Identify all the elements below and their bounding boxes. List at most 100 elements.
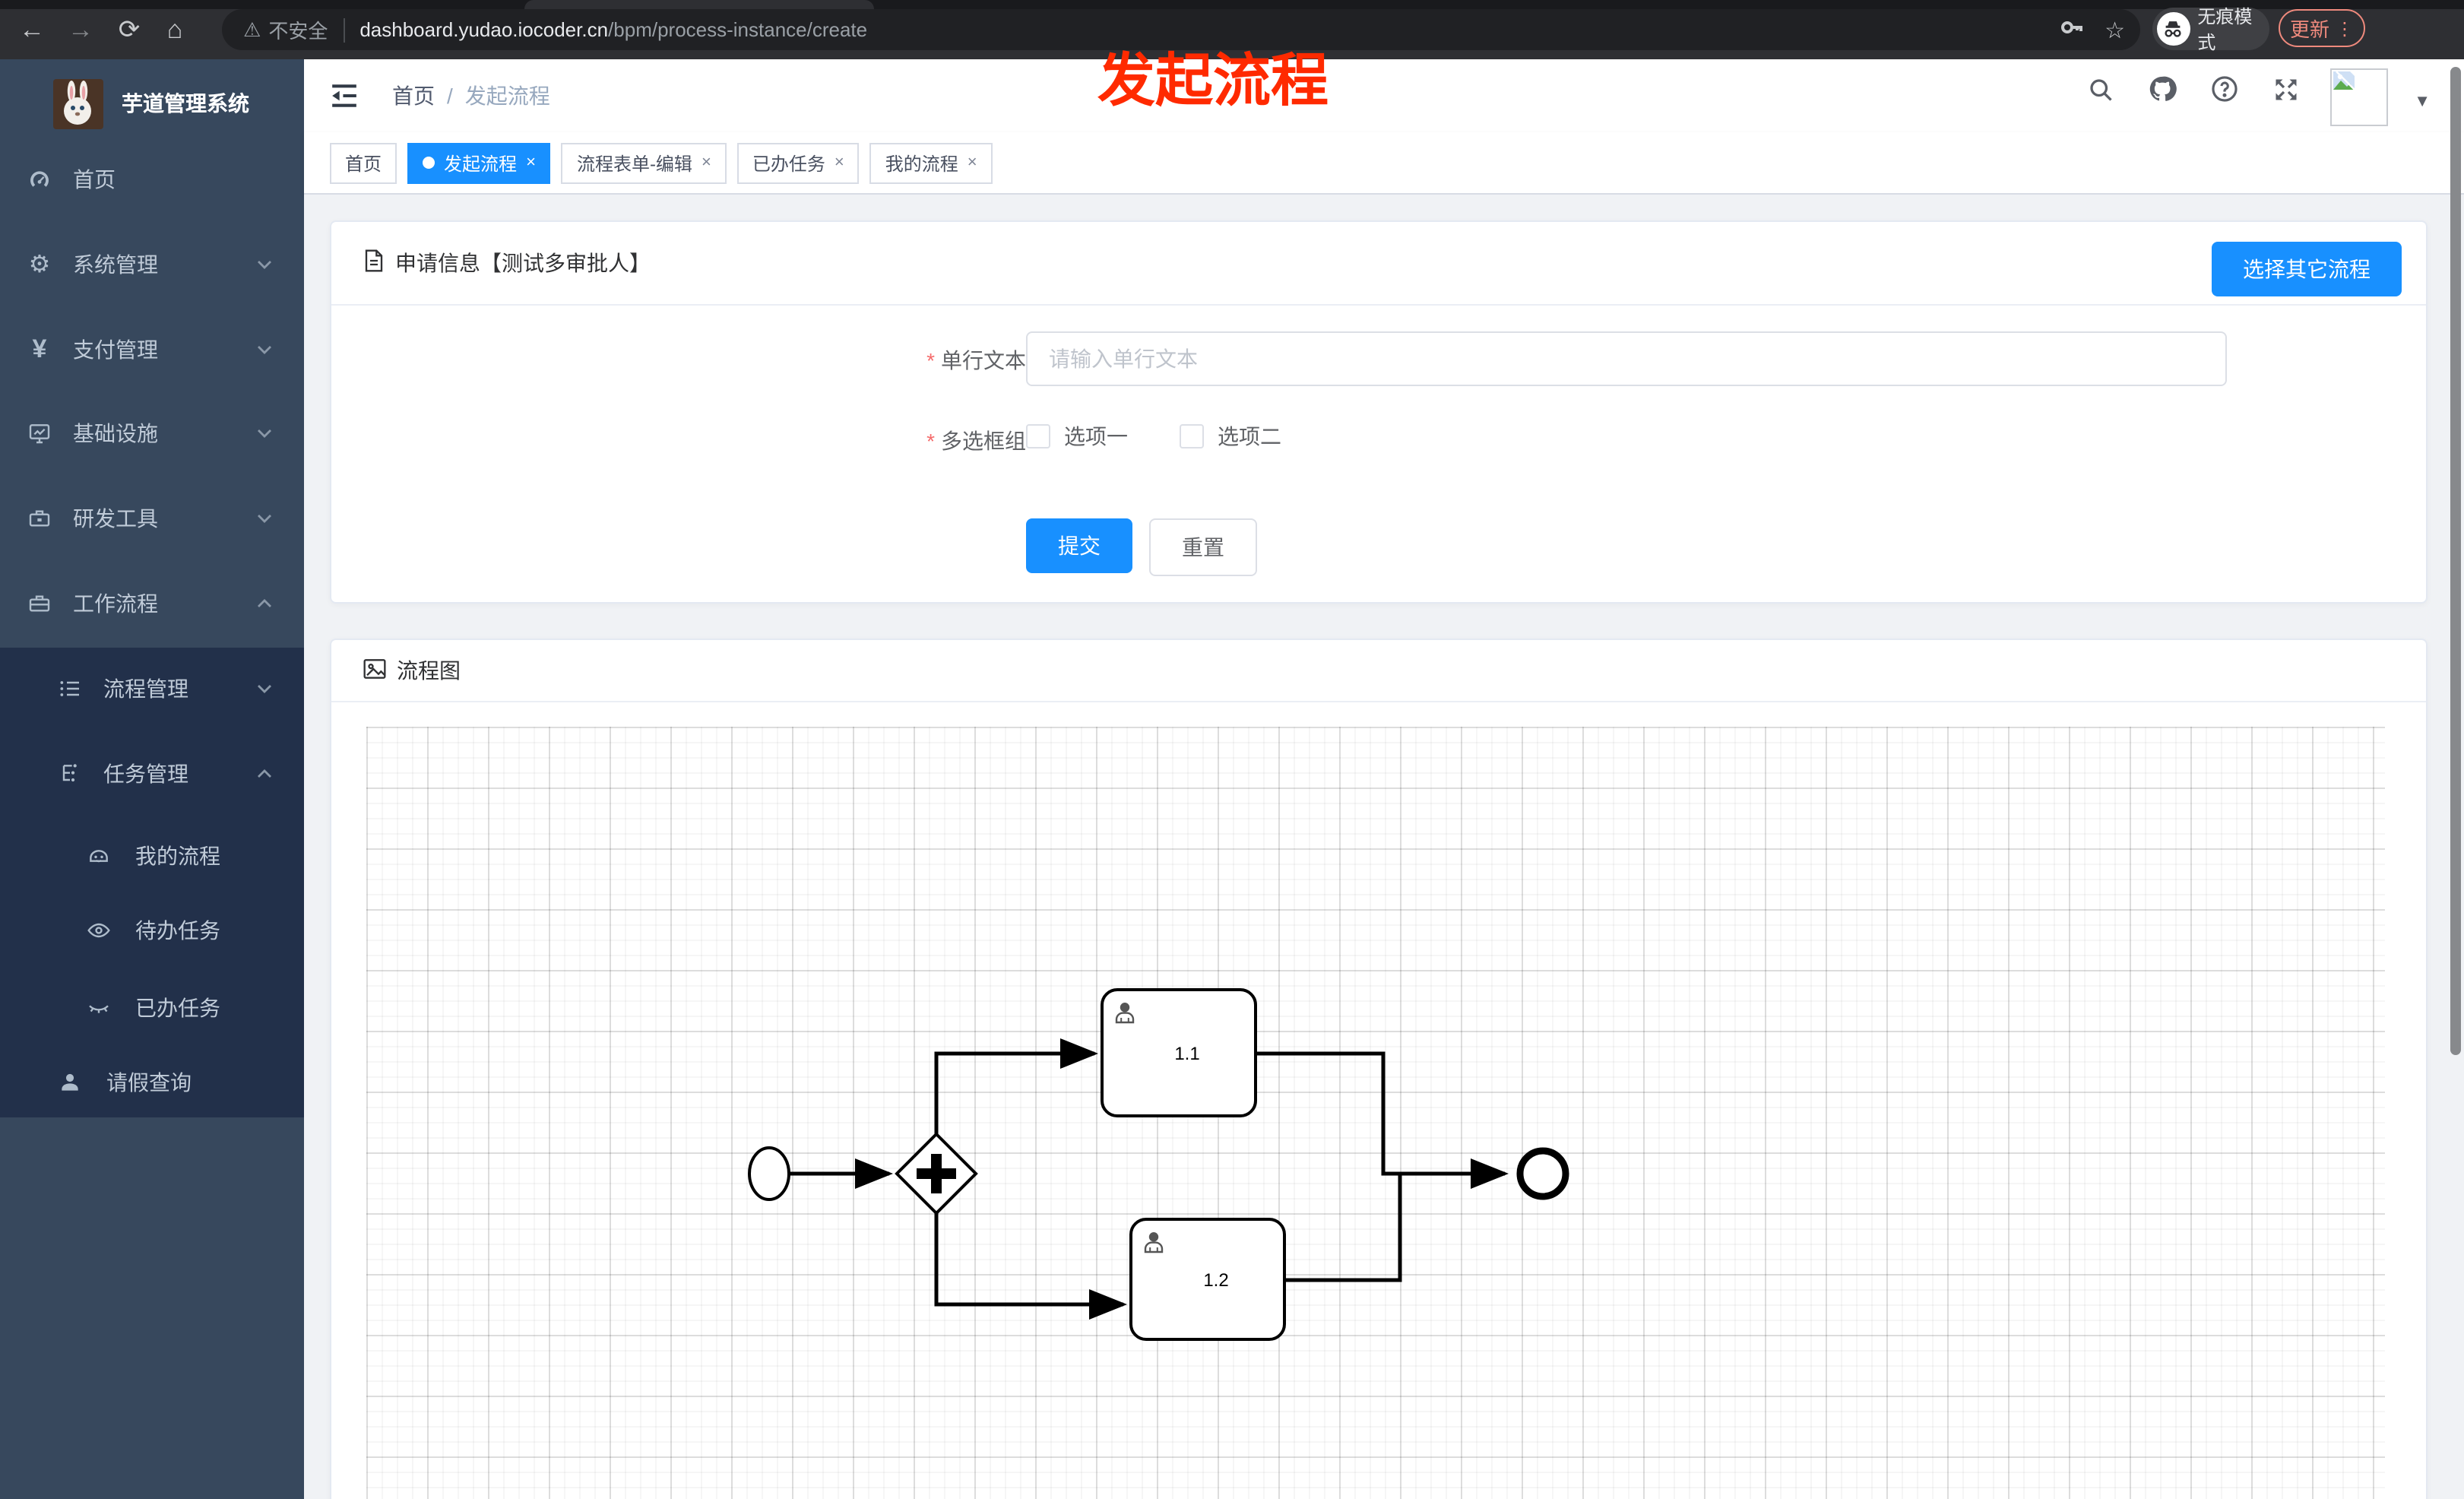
- browser-forward-button[interactable]: →: [61, 11, 100, 50]
- tree-icon: [58, 762, 82, 786]
- password-key-icon[interactable]: [2059, 15, 2083, 44]
- close-icon[interactable]: ×: [526, 154, 536, 172]
- url-host: dashboard.yudao.iocoder.cn: [359, 18, 609, 41]
- dashboard-icon: [27, 167, 52, 192]
- sequence-flow: [1256, 1051, 1509, 1189]
- sidebar-item-label: 请假查询: [106, 1070, 192, 1095]
- incognito-label: 无痕模式: [2197, 6, 2253, 53]
- reset-button[interactable]: 重置: [1149, 518, 1257, 576]
- sidebar: 芋道管理系统 首页 ⚙ 系统管理 ¥ 支付管理 基础设施 研发工具 工作流程 流…: [0, 59, 304, 1499]
- fullscreen-icon[interactable]: [2272, 75, 2300, 110]
- close-icon[interactable]: ×: [835, 154, 844, 172]
- chevron-down-icon: [255, 509, 274, 528]
- sidebar-item-process-management[interactable]: 流程管理: [0, 651, 304, 727]
- main-content: 申请信息【测试多审批人】 选择其它流程 *单行文本 *多选框组 选项一 选项二 …: [304, 195, 2464, 1499]
- sidebar-item-dev-tools[interactable]: 研发工具: [0, 480, 304, 556]
- sidebar-collapse-icon[interactable]: [330, 82, 359, 117]
- sidebar-item-workflow[interactable]: 工作流程: [0, 566, 304, 642]
- browser-update-button[interactable]: 更新 ⋮: [2279, 9, 2365, 47]
- browser-reload-button[interactable]: ⟳: [109, 11, 149, 50]
- tag-process-form-edit[interactable]: 流程表单-编辑 ×: [561, 142, 727, 183]
- submit-button[interactable]: 提交: [1026, 518, 1132, 573]
- browser-back-button[interactable]: ←: [12, 11, 52, 50]
- avatar[interactable]: [2330, 68, 2388, 126]
- tag-label: 发起流程: [444, 153, 518, 174]
- tag-done-tasks[interactable]: 已办任务 ×: [736, 142, 860, 183]
- sidebar-item-label: 研发工具: [73, 506, 158, 531]
- github-icon[interactable]: [2148, 74, 2177, 111]
- gear-icon: ⚙: [28, 252, 51, 278]
- document-icon: [363, 249, 385, 277]
- breadcrumb-home[interactable]: 首页: [392, 84, 435, 108]
- tag-label: 我的流程: [885, 153, 958, 174]
- sidebar-item-leave-query[interactable]: 请假查询: [0, 1044, 304, 1120]
- sidebar-item-my-processes[interactable]: 我的流程: [0, 818, 304, 894]
- active-dot: [423, 157, 435, 169]
- toolbox-icon: [27, 506, 52, 531]
- search-icon[interactable]: [2087, 75, 2114, 110]
- checkbox-label[interactable]: 选项二: [1218, 421, 1281, 452]
- tag-label: 流程表单-编辑: [576, 153, 692, 174]
- flow-list-icon: [58, 677, 82, 701]
- tag-start-process[interactable]: 发起流程 ×: [407, 142, 551, 183]
- flow-diagram-card: 流程图 1.1 1.2: [330, 639, 2428, 1499]
- bookmark-star-icon[interactable]: ☆: [2105, 16, 2125, 43]
- start-event: [748, 1146, 790, 1201]
- application-info-card: 申请信息【测试多审批人】 选择其它流程 *单行文本 *多选框组 选项一 选项二 …: [330, 220, 2428, 604]
- sidebar-item-label: 已办任务: [135, 996, 220, 1020]
- close-icon[interactable]: ×: [702, 154, 711, 172]
- incognito-icon: [2157, 12, 2190, 46]
- app-title: 芋道管理系统: [122, 91, 249, 116]
- yen-icon: ¥: [32, 334, 47, 363]
- address-bar[interactable]: ⚠ 不安全 dashboard.yudao.iocoder.cn/bpm/pro…: [222, 9, 2140, 50]
- sidebar-item-infrastructure[interactable]: 基础设施: [0, 395, 304, 471]
- sidebar-item-done-tasks[interactable]: 已办任务: [0, 970, 304, 1046]
- browser-home-button[interactable]: ⌂: [155, 11, 195, 50]
- checkbox-option-1[interactable]: [1026, 424, 1050, 448]
- robot-icon: [87, 844, 111, 868]
- bpmn-diagram: 1.1 1.2: [748, 988, 1569, 1341]
- chevron-down-icon: [255, 424, 274, 442]
- field-label-checkbox-group: * 多选框组: [926, 429, 1026, 453]
- card-title: 流程图: [397, 658, 461, 683]
- task-label: 1.2: [1203, 1270, 1228, 1291]
- checkbox-label[interactable]: 选项一: [1064, 421, 1128, 452]
- tag-home[interactable]: 首页: [330, 142, 397, 183]
- breadcrumb-separator: /: [447, 84, 453, 108]
- choose-other-process-button[interactable]: 选择其它流程: [2212, 242, 2402, 296]
- header-bar: 首页/发起流程 TT ▼: [304, 59, 2464, 132]
- checkbox-option-2[interactable]: [1180, 424, 1204, 448]
- sidebar-item-system[interactable]: ⚙ 系统管理: [0, 227, 304, 303]
- sidebar-item-payment[interactable]: ¥ 支付管理: [0, 312, 304, 388]
- chevron-down-icon: [255, 255, 274, 274]
- sidebar-item-label: 支付管理: [73, 338, 158, 362]
- image-icon: [363, 658, 386, 683]
- eye-closed-icon: [87, 996, 111, 1020]
- update-label: 更新: [2289, 18, 2329, 41]
- app-logo[interactable]: 芋道管理系统: [0, 59, 304, 147]
- page-scrollbar[interactable]: [2450, 67, 2461, 1055]
- single-line-text-input[interactable]: [1026, 331, 2227, 386]
- monitor-icon: [27, 421, 52, 445]
- sidebar-item-task-management[interactable]: 任务管理: [0, 736, 304, 812]
- browser-menu-icon[interactable]: ⋮: [2336, 19, 2354, 37]
- required-asterisk: *: [926, 348, 935, 372]
- sidebar-item-label: 我的流程: [135, 844, 220, 868]
- incognito-badge: 无痕模式: [2152, 6, 2269, 53]
- breadcrumb-current: 发起流程: [464, 84, 550, 108]
- eye-icon: [87, 918, 111, 943]
- annotation-text: 发起流程: [1097, 50, 1329, 114]
- tag-my-processes[interactable]: 我的流程 ×: [869, 142, 993, 183]
- browser-active-tab[interactable]: [524, 0, 874, 9]
- close-icon[interactable]: ×: [968, 154, 977, 172]
- bpmn-canvas[interactable]: 1.1 1.2: [366, 727, 2385, 1499]
- briefcase-icon: [27, 591, 52, 616]
- application-window: ← → ⟳ ⌂ ⚠ 不安全 dashboard.yudao.iocoder.cn…: [0, 0, 2464, 1499]
- sidebar-item-label: 待办任务: [135, 918, 220, 943]
- user-icon: [58, 1070, 82, 1095]
- sidebar-item-todo-tasks[interactable]: 待办任务: [0, 892, 304, 968]
- logo-avatar: [53, 78, 103, 128]
- avatar-caret-icon[interactable]: ▼: [2414, 93, 2431, 111]
- sidebar-item-home[interactable]: 首页: [0, 141, 304, 217]
- help-icon[interactable]: [2210, 74, 2239, 111]
